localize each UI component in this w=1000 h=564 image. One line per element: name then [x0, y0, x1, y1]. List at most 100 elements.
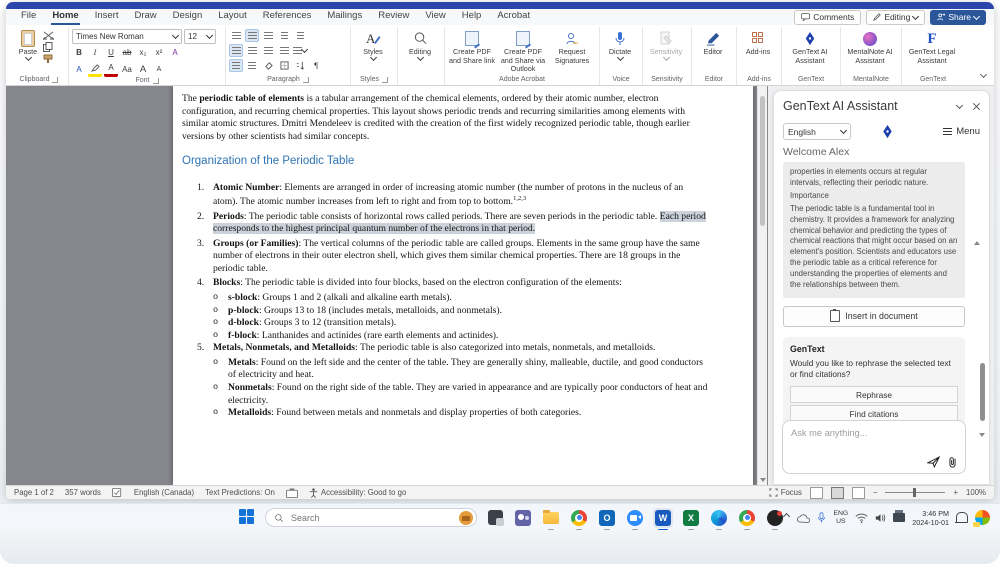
text-predictions-status[interactable]: Text Predictions: On [205, 488, 275, 497]
language-select[interactable]: English [783, 123, 851, 140]
superscript-button[interactable]: x² [152, 46, 166, 59]
tab-draw[interactable]: Draw [133, 9, 157, 25]
tab-home[interactable]: Home [51, 9, 80, 25]
volume-icon[interactable] [875, 513, 886, 523]
share-button[interactable]: Share [930, 9, 986, 25]
tab-view[interactable]: View [424, 9, 446, 25]
taskbar-search[interactable] [265, 508, 477, 527]
bold-button[interactable]: B [72, 46, 86, 59]
close-icon[interactable] [972, 102, 980, 110]
printer-icon[interactable] [893, 510, 906, 522]
show-paragraph-marks-button[interactable]: ¶ [309, 59, 323, 72]
dialog-launcher-icon[interactable] [302, 76, 309, 83]
line-spacing-button[interactable] [293, 44, 309, 57]
chat-input-box[interactable] [782, 420, 966, 474]
shading-button[interactable] [261, 59, 275, 72]
rephrase-button[interactable]: Rephrase [790, 386, 958, 404]
font-size-combobox[interactable]: 12 [184, 29, 216, 44]
chrome-profile-button[interactable] [737, 508, 757, 531]
zoom-out-button[interactable]: − [873, 488, 878, 497]
insert-in-document-button[interactable]: Insert in document [783, 305, 965, 327]
justify-button[interactable] [277, 44, 291, 57]
notifications-bell-icon[interactable] [955, 512, 968, 523]
onedrive-cloud-icon[interactable] [796, 513, 811, 523]
shrink-font-button[interactable]: A [152, 63, 166, 76]
align-left-button[interactable] [229, 44, 243, 57]
align-center-button[interactable] [245, 44, 259, 57]
tab-insert[interactable]: Insert [94, 9, 120, 25]
paperclip-icon[interactable] [947, 456, 958, 468]
excel-app-button[interactable]: X [681, 508, 701, 531]
edge-app-button[interactable] [709, 508, 729, 531]
addins-button[interactable]: Add-ins [740, 27, 776, 74]
dialog-launcher-icon[interactable] [382, 76, 389, 83]
chrome-app-button[interactable] [569, 508, 589, 531]
panel-scrollbar-thumb[interactable] [980, 363, 985, 421]
tray-overflow-icon[interactable] [783, 512, 791, 521]
print-layout-button[interactable] [830, 486, 844, 499]
grow-font-button[interactable]: A [136, 63, 150, 76]
scrollbar-thumb[interactable] [760, 96, 765, 226]
zoom-in-button[interactable]: + [953, 488, 958, 497]
scroll-up-icon[interactable] [974, 241, 980, 245]
send-icon[interactable] [927, 456, 940, 468]
format-painter-icon[interactable] [43, 54, 53, 64]
predictions-icon[interactable] [285, 487, 298, 498]
accessibility-status[interactable]: Accessibility: Good to go [321, 488, 406, 497]
recorder-app-button[interactable] [765, 508, 785, 531]
sort-button[interactable] [293, 59, 307, 72]
decrease-indent-button[interactable] [277, 29, 291, 42]
dictate-button[interactable]: Dictate [603, 27, 637, 74]
italic-button[interactable]: I [88, 46, 102, 59]
tab-mailings[interactable]: Mailings [326, 9, 363, 25]
align-right-button[interactable] [261, 44, 275, 57]
copy-icon[interactable] [43, 42, 53, 52]
dialog-launcher-icon[interactable] [152, 77, 159, 84]
gentext-ai-assistant-button[interactable]: GenText AI Assistant [785, 27, 835, 74]
tab-file[interactable]: File [20, 9, 37, 25]
teams-app-button[interactable] [513, 508, 533, 528]
styles-button[interactable]: A Styles [354, 27, 392, 74]
gentext-legal-assistant-button[interactable]: F GenText Legal Assistant [905, 27, 959, 74]
search-input[interactable] [289, 511, 454, 524]
page-indicator[interactable]: Page 1 of 2 [14, 488, 54, 497]
zoom-slider-thumb[interactable] [913, 488, 917, 497]
editing-button[interactable]: Editing [401, 27, 439, 74]
voice-access-mic-icon[interactable] [817, 511, 826, 524]
strikethrough-button[interactable]: ab [120, 46, 134, 59]
tab-design[interactable]: Design [172, 9, 204, 25]
chat-input[interactable] [789, 426, 959, 456]
comments-button[interactable]: Comments [794, 9, 862, 25]
editor-button[interactable]: Editor [695, 27, 731, 74]
read-mode-button[interactable] [809, 486, 823, 499]
right-to-left-button[interactable] [245, 59, 259, 72]
underline-button[interactable]: U [104, 46, 118, 59]
panel-chevron-down-icon[interactable] [955, 101, 964, 109]
language-status[interactable]: English (Canada) [134, 488, 194, 497]
proofing-icon[interactable] [111, 487, 123, 498]
start-button[interactable] [237, 508, 257, 528]
paste-button[interactable]: Paste [13, 27, 43, 74]
left-to-right-button[interactable] [229, 59, 243, 72]
outlook-app-button[interactable]: O [597, 508, 617, 531]
zoom-slider[interactable] [885, 488, 946, 497]
dialog-launcher-icon[interactable] [52, 76, 59, 83]
tab-layout[interactable]: Layout [217, 9, 248, 25]
zoom-app-button[interactable] [625, 508, 645, 531]
create-pdf-outlook-button[interactable]: Create PDF and Share via Outlook [498, 27, 548, 74]
task-view-button[interactable] [485, 508, 505, 528]
document-page[interactable]: The periodic table of elements is a tabu… [173, 86, 753, 485]
scroll-down-icon[interactable] [760, 478, 766, 482]
zoom-level[interactable]: 100% [966, 488, 986, 497]
text-effects-button[interactable]: A [168, 46, 182, 59]
focus-button[interactable]: Focus [769, 488, 802, 497]
subscript-button[interactable]: x₂ [136, 46, 150, 59]
font-color-button[interactable]: A [104, 61, 118, 77]
mentalnote-assistant-button[interactable]: MentalNote AI Assistant [844, 27, 896, 74]
word-app-button[interactable]: W [653, 507, 673, 531]
tab-help[interactable]: Help [461, 9, 483, 25]
request-signatures-button[interactable]: Request Signatures [550, 27, 594, 74]
editing-mode-button[interactable]: Editing [866, 9, 926, 25]
create-pdf-share-link-button[interactable]: Create PDF and Share link [448, 27, 496, 74]
bullet-list-button[interactable] [229, 29, 243, 42]
